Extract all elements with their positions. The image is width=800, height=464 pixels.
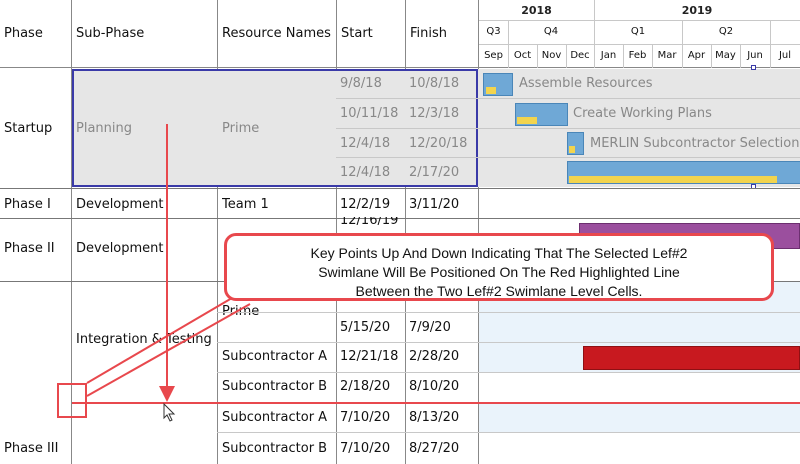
month-oct: Oct [513, 50, 532, 61]
row-divider [0, 188, 800, 189]
timeline-header: 2018 2019 Q3 Q4 Q1 Q2 Sep Oct Nov Dec Ja… [479, 0, 800, 68]
callout-line-2: Swimlane Will Be Positioned On The Red H… [318, 264, 680, 280]
column-header-start[interactable]: Start [341, 26, 373, 41]
row-divider [217, 312, 800, 313]
row-divider [0, 218, 800, 219]
callout-box: Key Points Up And Down Indicating That T… [224, 233, 774, 301]
month-sep: Sep [484, 50, 503, 61]
finish-cell[interactable]: 10/8/18 [409, 76, 459, 91]
resource-cell-subcontractor-b[interactable]: Subcontractor B [222, 379, 327, 394]
progress-bar [517, 117, 537, 124]
header-divider [479, 20, 800, 21]
header-divider [594, 0, 595, 68]
start-cell[interactable]: 12/4/18 [340, 165, 390, 180]
year-2019: 2019 [681, 4, 713, 17]
finish-cell[interactable]: 2/28/20 [409, 349, 459, 364]
task-bar-subcontractor-a[interactable] [583, 346, 800, 370]
header-divider [711, 44, 712, 68]
month-may: May [715, 50, 736, 61]
quarter-q4: Q4 [543, 26, 559, 37]
header-divider [508, 20, 509, 68]
phase-cell-phase2[interactable]: Phase II [4, 241, 55, 256]
finish-cell[interactable]: 2/17/20 [409, 165, 459, 180]
quarter-q2: Q2 [718, 26, 734, 37]
month-jul: Jul [778, 50, 792, 61]
month-nov: Nov [541, 50, 562, 61]
finish-cell[interactable]: 8/10/20 [409, 379, 459, 394]
year-2018: 2018 [521, 4, 552, 17]
callout-line-3: Between the Two Lef#2 Swimlane Level Cel… [355, 283, 643, 299]
mouse-cursor-icon [163, 402, 176, 422]
month-mar: Mar [657, 50, 677, 61]
start-cell[interactable]: 12/2/19 [340, 197, 390, 212]
start-cell[interactable]: 7/10/20 [340, 410, 390, 425]
header-divider [566, 44, 567, 68]
start-cell[interactable]: 9/8/18 [340, 76, 382, 91]
resource-cell-prime[interactable]: Prime [222, 121, 259, 136]
phase-cell-phase1[interactable]: Phase I [4, 197, 51, 212]
finish-cell[interactable]: 12/3/18 [409, 106, 459, 121]
task-label-create-working-plans: Create Working Plans [573, 106, 712, 121]
progress-bar [569, 146, 575, 153]
month-apr: Apr [687, 50, 706, 61]
header-divider [770, 20, 771, 68]
finish-cell[interactable]: 3/11/20 [409, 197, 459, 212]
header-divider [537, 44, 538, 68]
task-label-assemble-resources: Assemble Resources [519, 76, 653, 91]
row-divider [217, 342, 800, 343]
month-dec: Dec [570, 50, 590, 61]
header-divider [623, 44, 624, 68]
finish-cell[interactable]: 7/9/20 [409, 320, 451, 335]
row-divider [336, 128, 800, 129]
row-divider [336, 157, 800, 158]
header-divider [740, 44, 741, 68]
finish-cell[interactable]: 8/13/20 [409, 410, 459, 425]
phase-cell-startup[interactable]: Startup [4, 121, 52, 136]
quarter-q3: Q3 [486, 26, 501, 37]
start-cell[interactable]: 7/10/20 [340, 441, 390, 456]
start-cell[interactable]: 12/21/18 [340, 349, 398, 364]
resource-cell-subcontractor-b[interactable]: Subcontractor B [222, 441, 327, 456]
column-header-sub-phase[interactable]: Sub-Phase [76, 26, 144, 41]
start-cell[interactable]: 5/15/20 [340, 320, 390, 335]
task-label-merlin-selection: MERLIN Subcontractor Selection [590, 136, 800, 151]
start-cell[interactable]: 12/16/19 [340, 217, 398, 227]
column-header-resource[interactable]: Resource Names [222, 26, 331, 41]
phase-cell-phase3[interactable]: Phase III [4, 441, 58, 456]
insertion-line [72, 402, 800, 404]
row-divider [336, 98, 800, 99]
month-jun: Jun [747, 50, 763, 61]
column-header-phase[interactable]: Phase [4, 26, 43, 41]
resource-cell-team1[interactable]: Team 1 [222, 197, 269, 212]
column-header-finish[interactable]: Finish [410, 26, 447, 41]
resize-handle[interactable] [751, 65, 756, 70]
header-divider [479, 44, 800, 45]
start-cell[interactable]: 2/18/20 [340, 379, 390, 394]
start-cell[interactable]: 10/11/18 [340, 106, 398, 121]
quarter-q1: Q1 [630, 26, 646, 37]
resource-cell-subcontractor-a[interactable]: Subcontractor A [222, 349, 327, 364]
finish-cell[interactable]: 8/27/20 [409, 441, 459, 456]
callout-line-1: Key Points Up And Down Indicating That T… [310, 245, 688, 261]
header-divider [652, 44, 653, 68]
progress-bar [569, 176, 777, 183]
progress-bar [486, 87, 496, 94]
subphase-cell-development[interactable]: Development [76, 241, 166, 256]
month-feb: Feb [628, 50, 647, 61]
resource-cell-subcontractor-a[interactable]: Subcontractor A [222, 410, 327, 425]
lane-bg-white [479, 373, 800, 403]
subphase-cell-development[interactable]: Development [76, 197, 164, 212]
drop-target-box [57, 383, 87, 418]
finish-cell[interactable]: 12/20/18 [409, 136, 467, 151]
header-divider [682, 20, 683, 68]
month-jan: Jan [600, 50, 617, 61]
subphase-cell-integration[interactable]: Integration & Testing [76, 332, 216, 347]
lane-bg-white [479, 433, 800, 464]
subphase-cell-planning[interactable]: Planning [76, 121, 132, 136]
start-cell[interactable]: 12/4/18 [340, 136, 390, 151]
